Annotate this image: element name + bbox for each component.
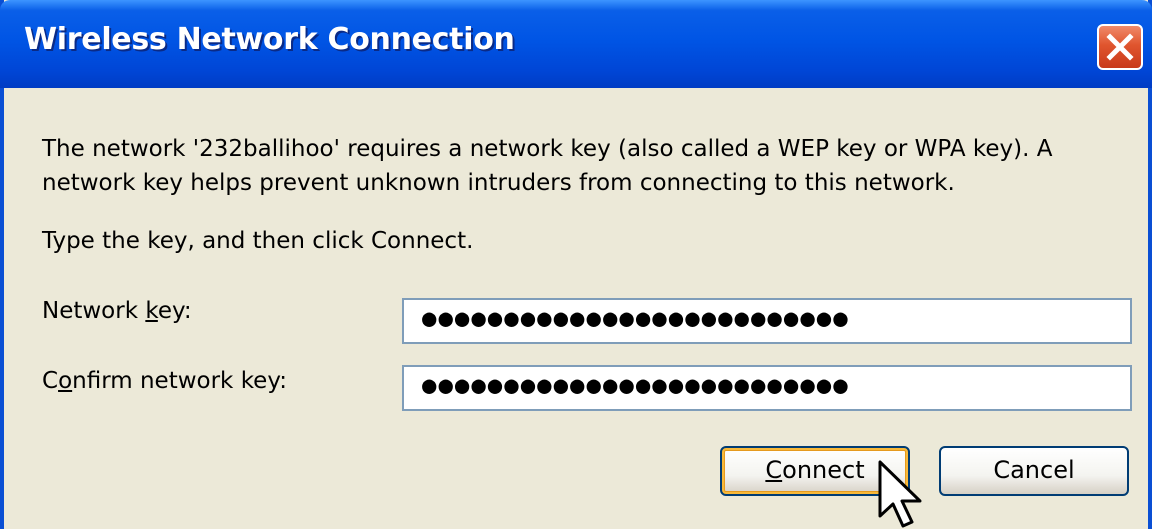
network-key-masked-value: ●●●●●●●●●●●●●●●●●●●●●●●●●● bbox=[422, 304, 850, 332]
network-key-label: Network key: bbox=[42, 298, 192, 324]
instruction-text: Type the key, and then click Connect. bbox=[42, 228, 474, 254]
confirm-network-key-label: Confirm network key: bbox=[42, 368, 288, 394]
connect-button-label: Connect bbox=[765, 456, 865, 484]
close-button[interactable] bbox=[1097, 24, 1143, 70]
close-x-icon bbox=[1106, 33, 1134, 61]
arrow-cursor-icon bbox=[878, 460, 922, 528]
dialog-window: Wireless Network Connection The network … bbox=[0, 0, 1152, 529]
window-title: Wireless Network Connection bbox=[24, 22, 515, 57]
network-key-description: The network '232ballihoo' requires a net… bbox=[42, 136, 1053, 196]
title-bar[interactable]: Wireless Network Connection bbox=[0, 0, 1152, 88]
confirm-key-masked-value: ●●●●●●●●●●●●●●●●●●●●●●●●●● bbox=[422, 371, 850, 399]
confirm-network-key-input[interactable]: ●●●●●●●●●●●●●●●●●●●●●●●●●● bbox=[402, 365, 1132, 411]
cancel-button[interactable]: Cancel bbox=[939, 446, 1129, 496]
dialog-body: The network '232ballihoo' requires a net… bbox=[4, 88, 1148, 529]
network-key-input[interactable]: ●●●●●●●●●●●●●●●●●●●●●●●●●● bbox=[402, 298, 1132, 344]
cancel-button-label: Cancel bbox=[993, 456, 1075, 484]
